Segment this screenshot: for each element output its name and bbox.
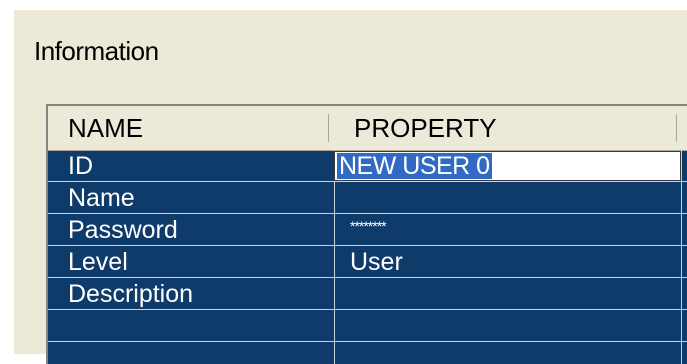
row-name-cell[interactable]: Name bbox=[68, 182, 135, 213]
property-grid[interactable]: NAME PROPERTY ID NEW USER 0 Name Passwor… bbox=[46, 104, 687, 364]
row-name-cell[interactable]: Description bbox=[68, 278, 193, 309]
grid-row-name[interactable]: Name bbox=[48, 182, 687, 214]
grid-row-id[interactable]: ID NEW USER 0 bbox=[48, 150, 687, 182]
column-header-property[interactable]: PROPERTY bbox=[354, 106, 497, 150]
row-name-cell[interactable]: Password bbox=[68, 214, 178, 245]
row-name-cell[interactable]: Level bbox=[68, 246, 128, 277]
row-name-cell[interactable]: ID bbox=[68, 150, 93, 181]
selected-text[interactable]: NEW USER 0 bbox=[337, 153, 492, 180]
column-header-name[interactable]: NAME bbox=[68, 106, 143, 150]
grid-row-description[interactable]: Description bbox=[48, 278, 687, 310]
grid-header: NAME PROPERTY bbox=[48, 106, 687, 151]
id-edit-field[interactable]: NEW USER 0 bbox=[334, 151, 681, 181]
column-divider[interactable] bbox=[676, 114, 677, 142]
grid-row-password[interactable]: Password ******** bbox=[48, 214, 687, 246]
password-value-cell[interactable]: ******** bbox=[350, 214, 387, 245]
row-value-cell[interactable]: User bbox=[350, 246, 403, 277]
grid-row-empty[interactable] bbox=[48, 310, 687, 342]
information-panel: Information NAME PROPERTY ID NEW USER 0 … bbox=[14, 10, 687, 364]
grid-row-level[interactable]: Level User bbox=[48, 246, 687, 278]
column-divider[interactable] bbox=[328, 114, 329, 142]
group-title: Information bbox=[34, 36, 159, 66]
